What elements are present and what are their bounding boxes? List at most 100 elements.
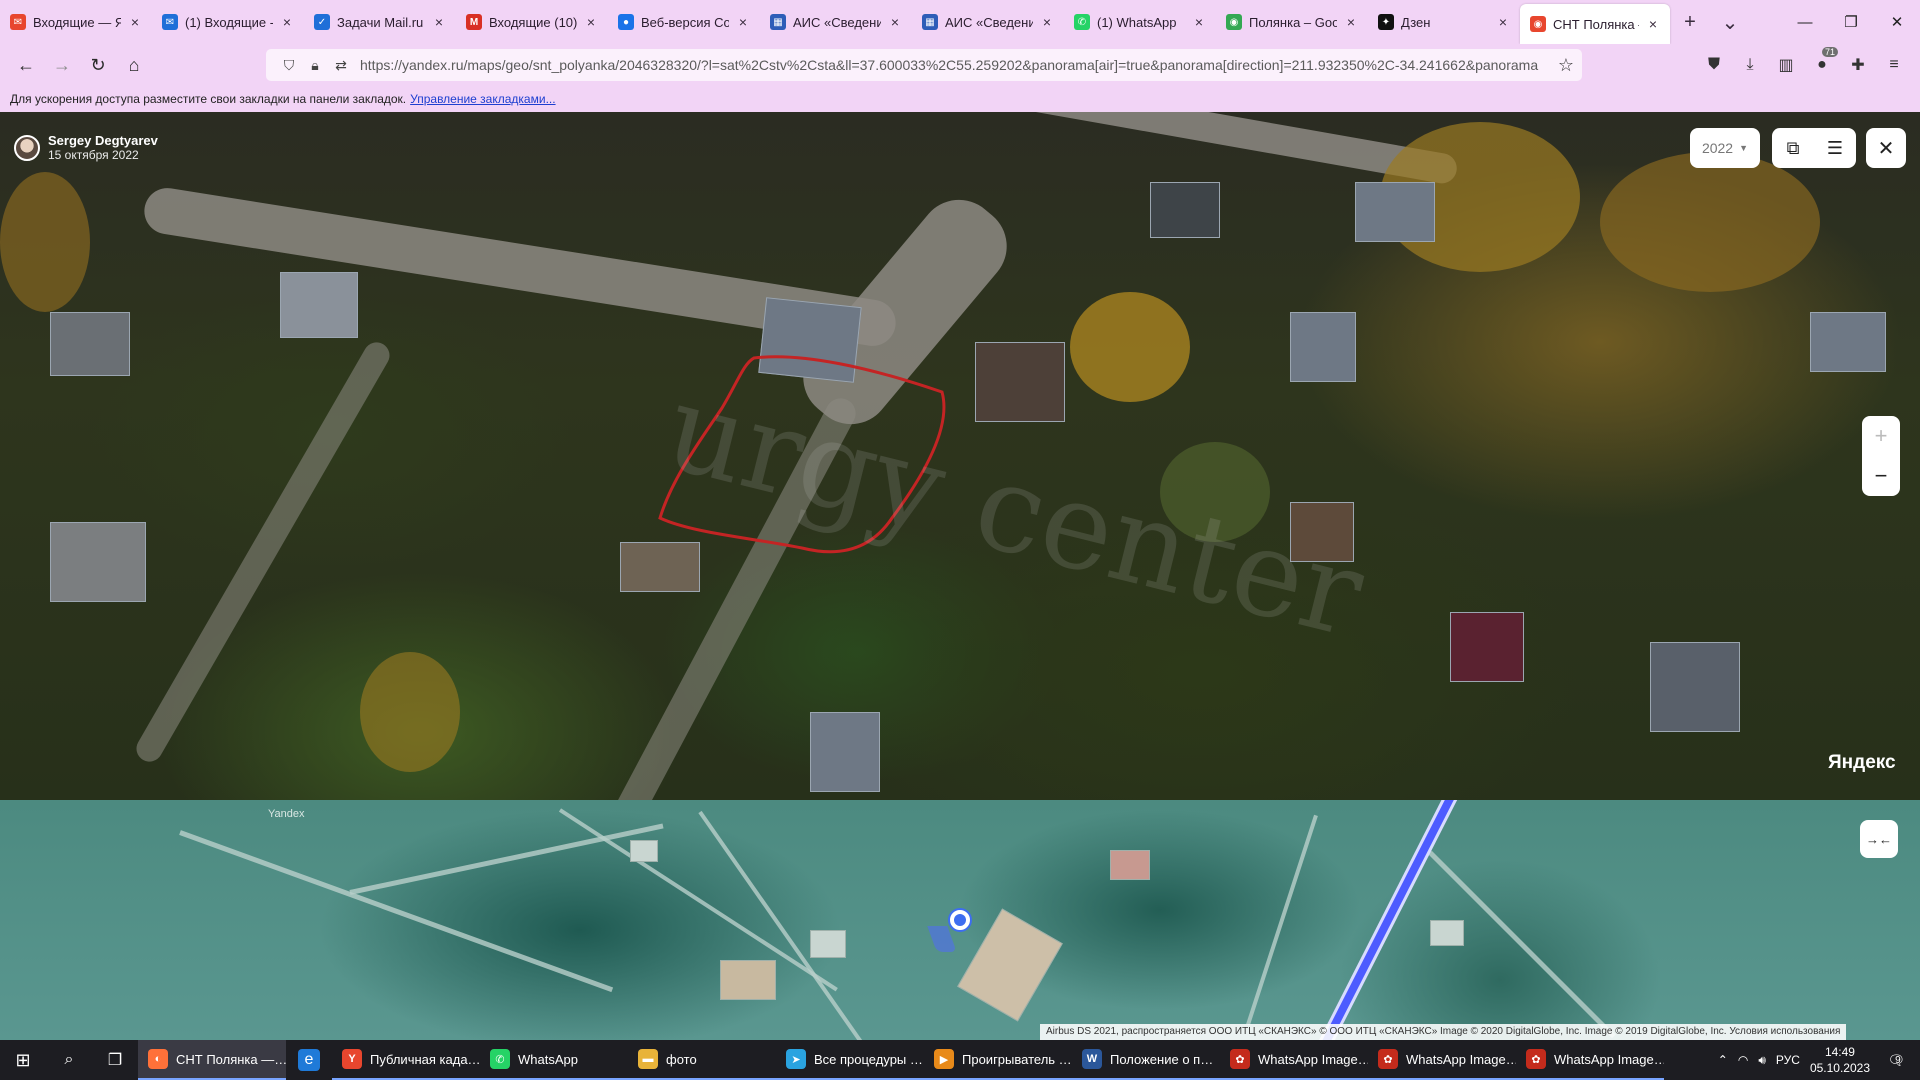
tree: [360, 652, 460, 772]
chevron-up-icon[interactable]: ⌃: [1718, 1053, 1728, 1067]
taskbar-app[interactable]: ▬ фото: [628, 1040, 776, 1080]
address-bar[interactable]: ⛉ 🔒︎ ⇄ https://yandex.ru/maps/geo/snt_po…: [266, 49, 1582, 81]
task-view-icon[interactable]: ❐: [92, 1040, 138, 1080]
taskbar-app[interactable]: W Положение о п…: [1072, 1040, 1220, 1080]
zoom-in-icon[interactable]: +: [1862, 416, 1900, 456]
close-icon[interactable]: ✕: [1866, 128, 1906, 168]
library-icon[interactable]: ▥: [1770, 49, 1802, 81]
extension-badge: 71: [1821, 47, 1838, 57]
extensions-icon[interactable]: ✚: [1842, 49, 1874, 81]
year-selector[interactable]: 2022 ▼: [1690, 128, 1760, 168]
browser-tab[interactable]: ◉ СНТ Полянка — Яндекс Карты ×: [1520, 4, 1670, 44]
aerial-panorama[interactable]: urgy center Sergey Degtyarev 15 октября …: [0, 112, 1920, 800]
house: [1355, 182, 1435, 242]
windows-start-icon[interactable]: ⊞: [0, 1040, 46, 1080]
collapse-map-icon[interactable]: →←: [1860, 820, 1898, 858]
reload-icon[interactable]: ↻: [80, 49, 116, 81]
network-icon[interactable]: ◠: [1738, 1053, 1748, 1067]
close-tab-icon[interactable]: ×: [736, 14, 750, 30]
close-tab-icon[interactable]: ×: [432, 14, 446, 30]
taskbar-app-label: WhatsApp Image…: [1406, 1051, 1516, 1067]
close-tab-icon[interactable]: ×: [1646, 16, 1660, 32]
forward-icon[interactable]: →: [44, 49, 80, 81]
search-icon[interactable]: ⌕: [46, 1040, 92, 1080]
window-close-icon[interactable]: ✕: [1874, 0, 1920, 44]
bookmark-star-icon[interactable]: ☆: [1550, 55, 1582, 76]
close-tab-icon[interactable]: ×: [128, 14, 142, 30]
minimize-icon[interactable]: —: [1782, 0, 1828, 44]
map-building: [720, 960, 776, 1000]
position-marker[interactable]: [948, 908, 972, 932]
satellite-minimap[interactable]: Yandex →← Airbus DS 2021, распространяет…: [0, 800, 1920, 1040]
taskbar-app[interactable]: ▶ Проигрыватель …: [924, 1040, 1072, 1080]
permissions-icon[interactable]: ⇄: [328, 57, 354, 74]
browser-tab[interactable]: ● Веб-версия Сообщений ×: [608, 0, 760, 44]
browser-tab[interactable]: M Входящие (10) - Gmail ×: [456, 0, 608, 44]
browser-tab[interactable]: ✦ Дзен ×: [1368, 0, 1520, 44]
menu-icon[interactable]: ≡: [1878, 49, 1910, 81]
taskbar-app[interactable]: ✿ WhatsApp Image…: [1220, 1040, 1368, 1080]
layers-menu-icon[interactable]: ☰: [1814, 128, 1856, 168]
photo-author[interactable]: Sergey Degtyarev 15 октября 2022: [14, 134, 158, 162]
close-tab-icon[interactable]: ×: [888, 14, 902, 30]
home-icon[interactable]: ⌂: [116, 49, 152, 81]
browser-tab[interactable]: ▦ АИС «Сведения о… ×: [760, 0, 912, 44]
folder-icon: ▬: [638, 1049, 658, 1069]
flag-icon: ▦: [922, 14, 938, 30]
tab-label: Дзен: [1401, 14, 1431, 30]
new-tab-icon[interactable]: +: [1670, 0, 1710, 44]
extension-badge-icon[interactable]: ● 71: [1806, 47, 1838, 81]
taskbar-app-label: Положение о п…: [1110, 1051, 1214, 1067]
open-external-icon[interactable]: ⧉: [1772, 128, 1814, 168]
clock[interactable]: 14:49 05.10.2023: [1810, 1044, 1870, 1076]
yandex-logo: Яндекс: [1828, 752, 1896, 773]
lock-icon[interactable]: 🔒︎: [302, 57, 328, 74]
browser-tab[interactable]: ▦ АИС «Сведения о… ×: [912, 0, 1064, 44]
restore-icon[interactable]: ❐: [1828, 0, 1874, 44]
shield-icon[interactable]: ⛉: [276, 57, 302, 74]
browser-tab[interactable]: ✓ Задачи Mail.ru ×: [304, 0, 456, 44]
map-copyright[interactable]: Airbus DS 2021, распространяется ООО ИТЦ…: [1040, 1024, 1847, 1040]
taskbar-app[interactable]: ◐ СНТ Полянка —…: [138, 1040, 286, 1080]
browser-tab[interactable]: ◉ Полянка – Google Maps ×: [1216, 0, 1368, 44]
url-text[interactable]: https://yandex.ru/maps/geo/snt_polyanka/…: [360, 57, 1550, 73]
close-tab-icon[interactable]: ×: [1040, 14, 1054, 30]
gmail-icon: M: [466, 14, 482, 30]
close-tab-icon[interactable]: ×: [1496, 14, 1510, 30]
tab-label: СНТ Полянка — Яндекс Карты: [1553, 16, 1639, 32]
manage-bookmarks-link[interactable]: Управление закладками...: [410, 92, 555, 106]
taskbar-app[interactable]: ✆ WhatsApp: [480, 1040, 628, 1080]
tab-label: Входящие — Яндекс Почта: [33, 14, 121, 30]
house: [1290, 312, 1356, 382]
avatar[interactable]: [14, 135, 40, 161]
pocket-icon[interactable]: ⛊: [1698, 49, 1730, 81]
close-tab-icon[interactable]: ×: [1344, 14, 1358, 30]
tab-list-chevron-icon[interactable]: ⌄: [1710, 0, 1750, 44]
map-road: [698, 810, 886, 1040]
taskbar: ⊞ ⌕ ❐ ◐ СНТ Полянка —… e Y Публичная када… ✆ W…: [0, 1040, 1920, 1080]
close-tab-icon[interactable]: ×: [584, 14, 598, 30]
taskbar-app-label: WhatsApp Image…: [1258, 1051, 1368, 1067]
close-tab-icon[interactable]: ×: [280, 14, 294, 30]
edge-icon[interactable]: e: [286, 1040, 332, 1080]
author-name[interactable]: Sergey Degtyarev: [48, 134, 158, 148]
clock-date: 05.10.2023: [1809, 1061, 1870, 1075]
taskbar-app-label: Проигрыватель …: [962, 1051, 1072, 1067]
tab-label: Полянка – Google Maps: [1249, 14, 1337, 30]
taskbar-app[interactable]: ✿ WhatsApp Image…: [1368, 1040, 1516, 1080]
taskbar-app[interactable]: ➤ Все процедуры …: [776, 1040, 924, 1080]
zoom-out-icon[interactable]: −: [1862, 456, 1900, 496]
downloads-icon[interactable]: ⤓: [1734, 49, 1766, 81]
back-icon[interactable]: ←: [8, 49, 44, 81]
volume-icon[interactable]: 🔊︎: [1758, 1053, 1766, 1068]
language-indicator[interactable]: РУС: [1776, 1053, 1800, 1067]
browser-tab[interactable]: ✉ Входящие — Яндекс Почта ×: [0, 0, 152, 44]
close-tab-icon[interactable]: ×: [1192, 14, 1206, 30]
notifications-icon[interactable]: 🗨︎ 9: [1880, 1046, 1908, 1074]
taskbar-app[interactable]: ✿ WhatsApp Image…: [1516, 1040, 1664, 1080]
browser-tab[interactable]: ✆ (1) WhatsApp ×: [1064, 0, 1216, 44]
taskbar-app[interactable]: Y Публичная када…: [332, 1040, 480, 1080]
browser-tab[interactable]: ✉ (1) Входящие - Почта ×: [152, 0, 304, 44]
image-viewer-icon: ✿: [1378, 1049, 1398, 1069]
image-viewer-icon: ✿: [1526, 1049, 1546, 1069]
